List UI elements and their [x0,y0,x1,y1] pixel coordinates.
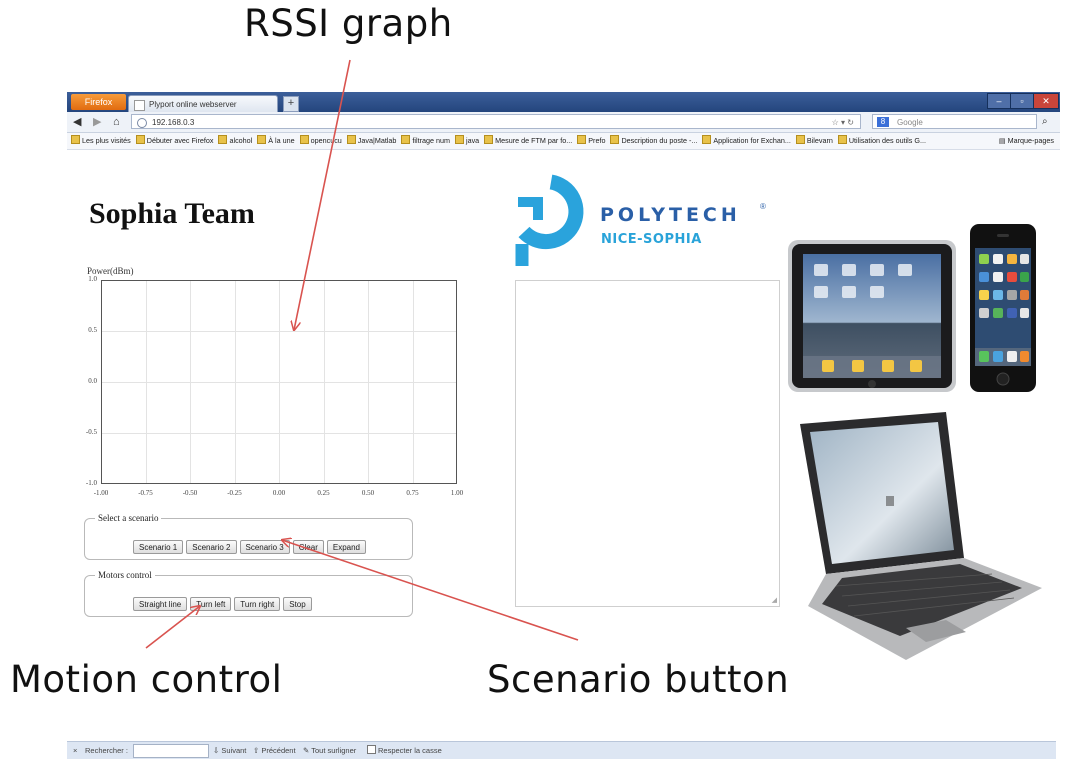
find-bar: × Rechercher : ⇩ Suivant ⇧ Précédent ✎ T… [67,741,1056,759]
find-input[interactable] [133,744,209,758]
find-next-button[interactable]: ⇩ Suivant [213,742,246,759]
match-case-label: Respecter la casse [378,746,442,755]
checkbox-icon [367,745,376,754]
highlight-all-button[interactable]: ✎ Tout surligner [303,742,356,759]
scenario-button-arrow [282,540,579,641]
motion-control-arrow [145,606,200,649]
find-label: Rechercher : [85,746,128,755]
find-previous-button[interactable]: ⇧ Précédent [253,742,296,759]
rssi-graph-arrow [294,59,351,330]
highlight-all-label: Tout surligner [311,746,357,755]
find-previous-label: Précédent [261,746,296,755]
match-case-checkbox[interactable]: Respecter la casse [367,742,442,759]
close-findbar-icon[interactable]: × [73,742,77,759]
annotation-arrows [145,59,579,649]
find-next-label: Suivant [221,746,247,755]
